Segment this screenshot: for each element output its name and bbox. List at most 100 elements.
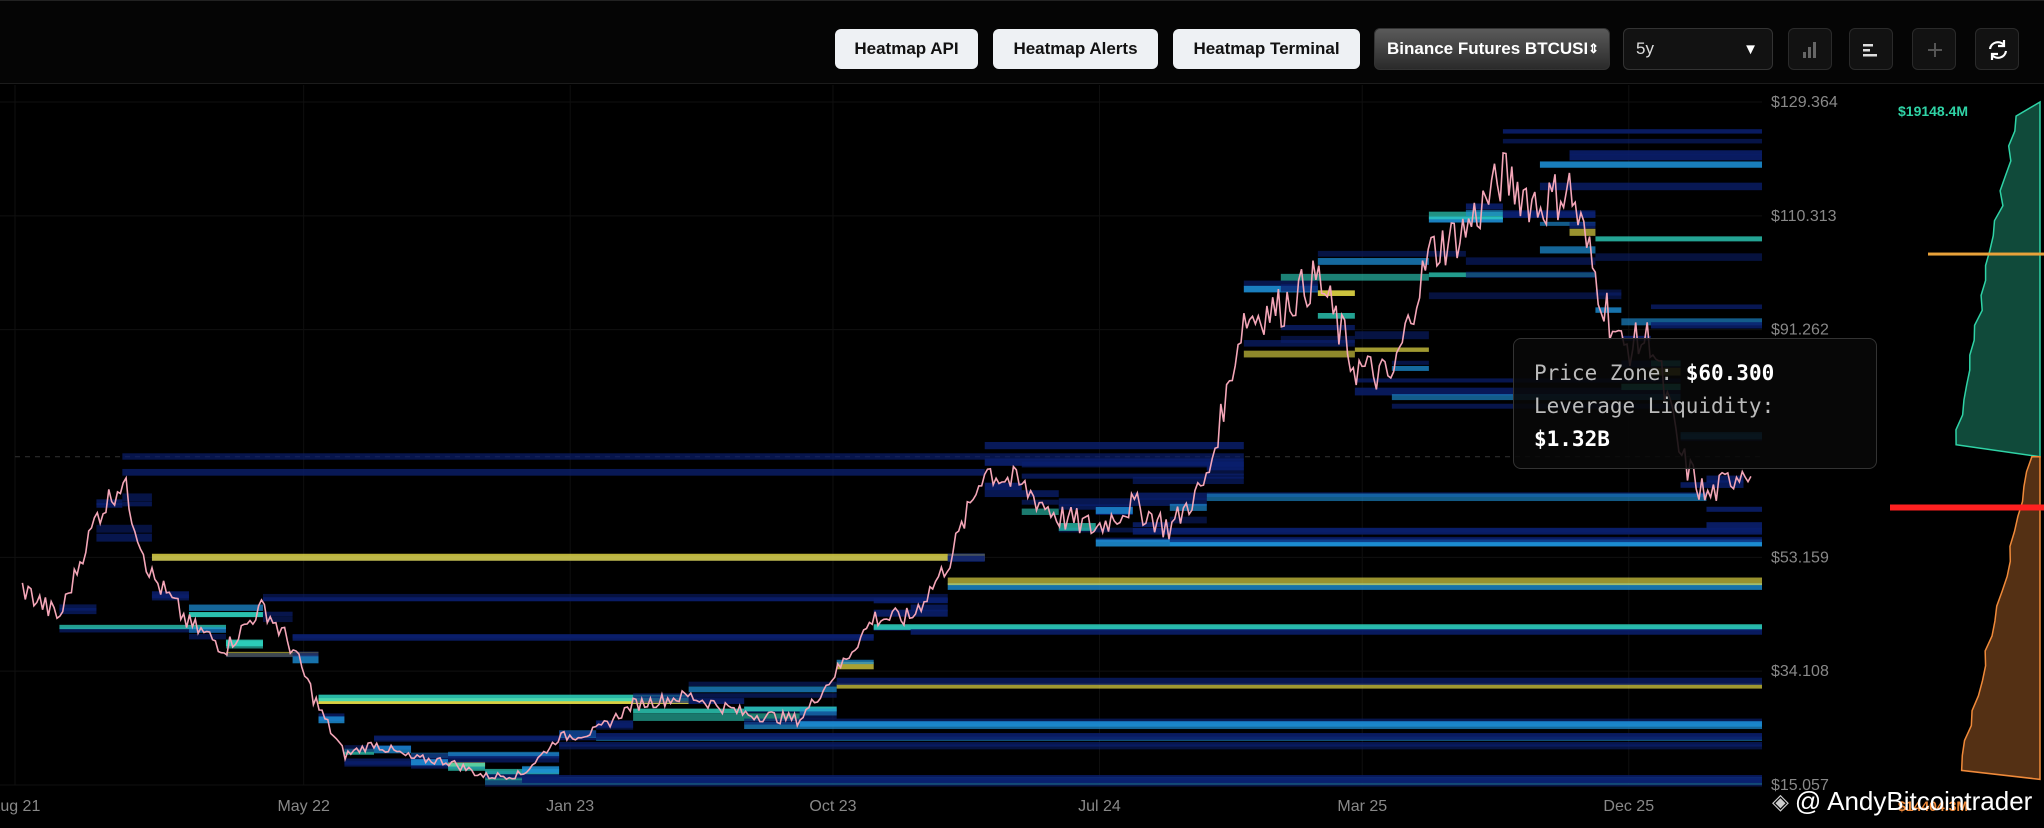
x-tick-label: Dec 25 <box>1603 798 1654 815</box>
x-tick-label: Aug 21 <box>0 798 40 815</box>
liquidity-band <box>1095 506 1133 514</box>
liquidity-band <box>1465 271 1596 278</box>
liquidity-band <box>262 611 293 617</box>
credit-text: @ AndyBitcointrader <box>1794 786 2033 816</box>
liquidity-band <box>1595 289 1622 296</box>
liquidity-band <box>947 577 1762 586</box>
liquidity-band <box>910 629 1762 635</box>
liquidity-band <box>1132 528 1762 535</box>
liquidity-band <box>1595 236 1762 242</box>
liquidity-band <box>448 755 560 763</box>
price-zone-value: $60.300 <box>1685 361 1775 385</box>
y-tick-label: $91.262 <box>1771 322 1829 339</box>
profile-upper-area <box>1955 100 2041 458</box>
bar-chart-icon <box>1803 42 1816 58</box>
plus-icon <box>1928 43 1942 57</box>
liquidity-band <box>688 681 837 687</box>
liquidity-band <box>96 503 123 508</box>
liquidity-band <box>1132 476 1244 485</box>
liquidity-band <box>188 612 263 618</box>
heatmap-alerts-button[interactable]: Heatmap Alerts <box>993 29 1158 69</box>
liquidity-band <box>318 716 345 724</box>
y-tick-label: $34.108 <box>1771 663 1829 680</box>
credit: ◈ @ AndyBitcointrader <box>1772 786 2032 817</box>
liquidity-band <box>188 633 226 640</box>
liquidity-band <box>1539 161 1762 168</box>
liquidity-band <box>596 733 1762 740</box>
liquidity-band <box>1650 304 1762 310</box>
liquidity-band <box>122 493 152 502</box>
x-tick-label: Oct 23 <box>809 798 856 815</box>
liquidity-band <box>522 775 1762 783</box>
heatmap-terminal-button[interactable]: Heatmap Terminal <box>1173 29 1360 69</box>
leverage-liquidity-label: Leverage Liquidity: <box>1534 394 1775 418</box>
liquidity-band <box>688 686 837 693</box>
liquidity-band <box>262 597 948 602</box>
profile-top-label: $19148.4M <box>1898 103 1968 119</box>
liquidity-band <box>873 624 1762 630</box>
price-zone-tooltip: Price Zone: $60.300 Leverage Liquidity: … <box>1513 338 1877 469</box>
liquidity-band <box>1595 253 1762 261</box>
liquidity-band <box>633 708 745 714</box>
liquidity-band <box>1502 138 1762 144</box>
liquidity-band <box>122 501 152 507</box>
toolbar: Heatmap API Heatmap Alerts Heatmap Termi… <box>0 0 2044 84</box>
liquidity-band <box>836 677 1762 685</box>
add-button[interactable] <box>1912 28 1956 70</box>
liquidity-band <box>984 490 1059 498</box>
x-tick-label: Jul 24 <box>1078 798 1121 815</box>
x-tick-label: May 22 <box>277 798 330 815</box>
liquidity-band <box>292 655 319 664</box>
binance-logo-icon: ◈ <box>1772 788 1789 814</box>
liquidity-band <box>96 533 152 542</box>
liquidity-band <box>633 693 837 698</box>
y-tick-label: $129.364 <box>1771 94 1838 111</box>
range-select-value: 5y <box>1636 39 1654 58</box>
liquidity-band <box>1706 506 1762 512</box>
align-left-icon <box>1863 44 1877 57</box>
align-left-button[interactable] <box>1849 28 1893 70</box>
profile-peak-level <box>1928 252 2044 256</box>
exchange-select[interactable]: Binance Futures BTCUSDT ⇕ <box>1374 28 1610 70</box>
liquidity-band <box>1465 257 1596 265</box>
heatmap-api-button[interactable]: Heatmap API <box>835 29 978 69</box>
liquidity-band <box>1354 331 1429 340</box>
liquidity-band <box>1280 284 1318 292</box>
liquidity-band <box>59 607 97 615</box>
exchange-select-value: Binance Futures BTCUSDT <box>1387 39 1587 58</box>
liquidity-band <box>1206 493 1707 502</box>
liquidity-band <box>1569 228 1596 236</box>
liquidity-band <box>1465 203 1503 210</box>
liquidity-band <box>1569 154 1762 161</box>
liquidity-band <box>1169 536 1762 543</box>
x-tick-label: Jan 23 <box>546 798 594 815</box>
refresh-button[interactable] <box>1975 28 2019 70</box>
liquidity-band <box>984 482 1022 491</box>
x-tick-label: Mar 25 <box>1337 798 1387 815</box>
liquidity-band <box>1391 365 1429 371</box>
liquidity-band <box>984 441 1244 450</box>
liquidity-band <box>1317 258 1429 265</box>
liquidity-band <box>122 468 985 476</box>
liquidity-band <box>1502 129 1762 134</box>
liquidity-band <box>1132 492 1207 500</box>
liquidity-band <box>292 634 874 641</box>
leverage-liquidity-value: $1.32B <box>1534 427 1610 451</box>
liquidity-band <box>1169 541 1762 546</box>
liquidity-band <box>1391 360 1429 365</box>
liquidity-band <box>1280 335 1355 343</box>
liquidity-band <box>1539 182 1762 191</box>
liquidity-band <box>96 524 152 533</box>
range-select[interactable]: 5y ▼ <box>1623 28 1773 70</box>
refresh-icon <box>1988 40 2008 60</box>
bar-chart-button[interactable] <box>1788 28 1832 70</box>
liquidity-band <box>188 604 263 611</box>
chevron-down-icon: ▼ <box>1743 40 1758 58</box>
y-tick-label: $53.159 <box>1771 549 1829 566</box>
liquidity-band <box>151 553 985 561</box>
liquidity-band <box>1706 522 1762 530</box>
liquidity-band <box>1354 347 1429 352</box>
liquidity-band <box>559 742 1762 747</box>
liquidity-band <box>1569 150 1762 156</box>
profile-current-level <box>1890 504 2044 511</box>
